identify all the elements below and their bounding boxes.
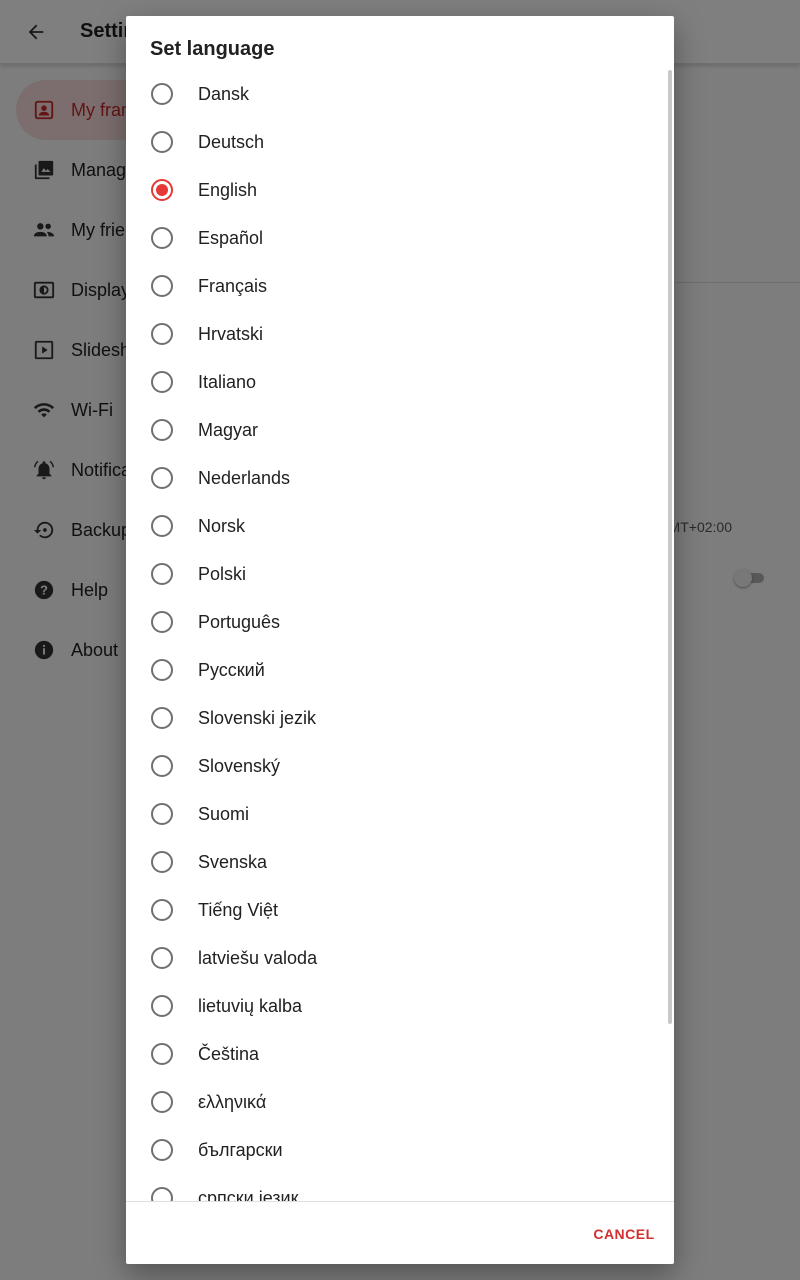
language-option[interactable]: Dansk — [126, 70, 674, 118]
radio-button[interactable] — [151, 707, 173, 729]
radio-button[interactable] — [151, 227, 173, 249]
list-scrollbar[interactable] — [668, 70, 672, 1024]
language-option[interactable]: Čeština — [126, 1030, 674, 1078]
radio-button[interactable] — [151, 899, 173, 921]
language-label: Slovenski jezik — [198, 708, 317, 728]
language-label: English — [198, 180, 258, 200]
language-label: Deutsch — [198, 132, 265, 152]
language-label: Dansk — [198, 84, 250, 104]
radio-button[interactable] — [151, 659, 173, 681]
language-option[interactable]: Polski — [126, 550, 674, 598]
language-option[interactable]: Español — [126, 214, 674, 262]
language-option[interactable]: ελληνικά — [126, 1078, 674, 1126]
language-label: Hrvatski — [198, 324, 264, 344]
language-option[interactable]: English — [126, 166, 674, 214]
language-label: Русский — [198, 660, 265, 680]
language-label: Español — [198, 228, 264, 248]
language-label: Tiếng Việt — [198, 900, 279, 920]
language-dialog: Set language Dansk Deutsch English Español F… — [126, 16, 674, 1264]
language-option[interactable]: Français — [126, 262, 674, 310]
language-label: latviešu valoda — [198, 948, 318, 968]
radio-button[interactable] — [151, 995, 173, 1017]
language-option[interactable]: српски језик — [126, 1174, 674, 1201]
radio-button[interactable] — [151, 419, 173, 441]
language-option[interactable]: Svenska — [126, 838, 674, 886]
language-label: Norsk — [198, 516, 246, 536]
language-label: български — [198, 1140, 283, 1160]
language-label: Polski — [198, 564, 247, 584]
radio-button[interactable] — [151, 1187, 173, 1201]
language-label: Svenska — [198, 852, 268, 872]
radio-button[interactable] — [151, 1043, 173, 1065]
language-label: Français — [198, 276, 268, 296]
radio-button-checked[interactable] — [151, 179, 173, 201]
language-label: ελληνικά — [198, 1092, 267, 1112]
language-label: lietuvių kalba — [198, 996, 303, 1016]
language-option[interactable]: Norsk — [126, 502, 674, 550]
radio-button[interactable] — [151, 323, 173, 345]
language-option[interactable]: Nederlands — [126, 454, 674, 502]
dialog-divider — [126, 1201, 674, 1202]
language-option[interactable]: lietuvių kalba — [126, 982, 674, 1030]
language-option[interactable]: Magyar — [126, 406, 674, 454]
radio-button[interactable] — [151, 947, 173, 969]
language-option[interactable]: Suomi — [126, 790, 674, 838]
language-option[interactable]: Slovenský — [126, 742, 674, 790]
language-option[interactable]: Slovenski jezik — [126, 694, 674, 742]
radio-button[interactable] — [151, 467, 173, 489]
language-option[interactable]: Русский — [126, 646, 674, 694]
dialog-title: Set language — [150, 38, 275, 60]
language-option[interactable]: Hrvatski — [126, 310, 674, 358]
language-label: Slovenský — [198, 756, 281, 776]
radio-button[interactable] — [151, 611, 173, 633]
language-option[interactable]: Português — [126, 598, 674, 646]
language-option[interactable]: latviešu valoda — [126, 934, 674, 982]
radio-button[interactable] — [151, 83, 173, 105]
language-label: Suomi — [198, 804, 250, 824]
language-option[interactable]: Deutsch — [126, 118, 674, 166]
radio-button[interactable] — [151, 851, 173, 873]
language-option[interactable]: Italiano — [126, 358, 674, 406]
radio-button[interactable] — [151, 563, 173, 585]
radio-button[interactable] — [151, 275, 173, 297]
language-label: Magyar — [198, 420, 259, 440]
radio-button[interactable] — [151, 371, 173, 393]
radio-button[interactable] — [151, 131, 173, 153]
cancel-button[interactable]: CANCEL — [584, 1216, 664, 1252]
radio-button[interactable] — [151, 803, 173, 825]
radio-button[interactable] — [151, 515, 173, 537]
radio-button[interactable] — [151, 755, 173, 777]
language-list[interactable]: Dansk Deutsch English Español Français Hrvats… — [126, 70, 674, 1201]
language-label: српски језик — [198, 1188, 299, 1201]
radio-button[interactable] — [151, 1091, 173, 1113]
language-label: Čeština — [198, 1044, 260, 1064]
language-label: Português — [198, 612, 281, 632]
language-option[interactable]: Tiếng Việt — [126, 886, 674, 934]
language-label: Nederlands — [198, 468, 291, 488]
language-option[interactable]: български — [126, 1126, 674, 1174]
language-label: Italiano — [198, 372, 257, 392]
radio-button[interactable] — [151, 1139, 173, 1161]
